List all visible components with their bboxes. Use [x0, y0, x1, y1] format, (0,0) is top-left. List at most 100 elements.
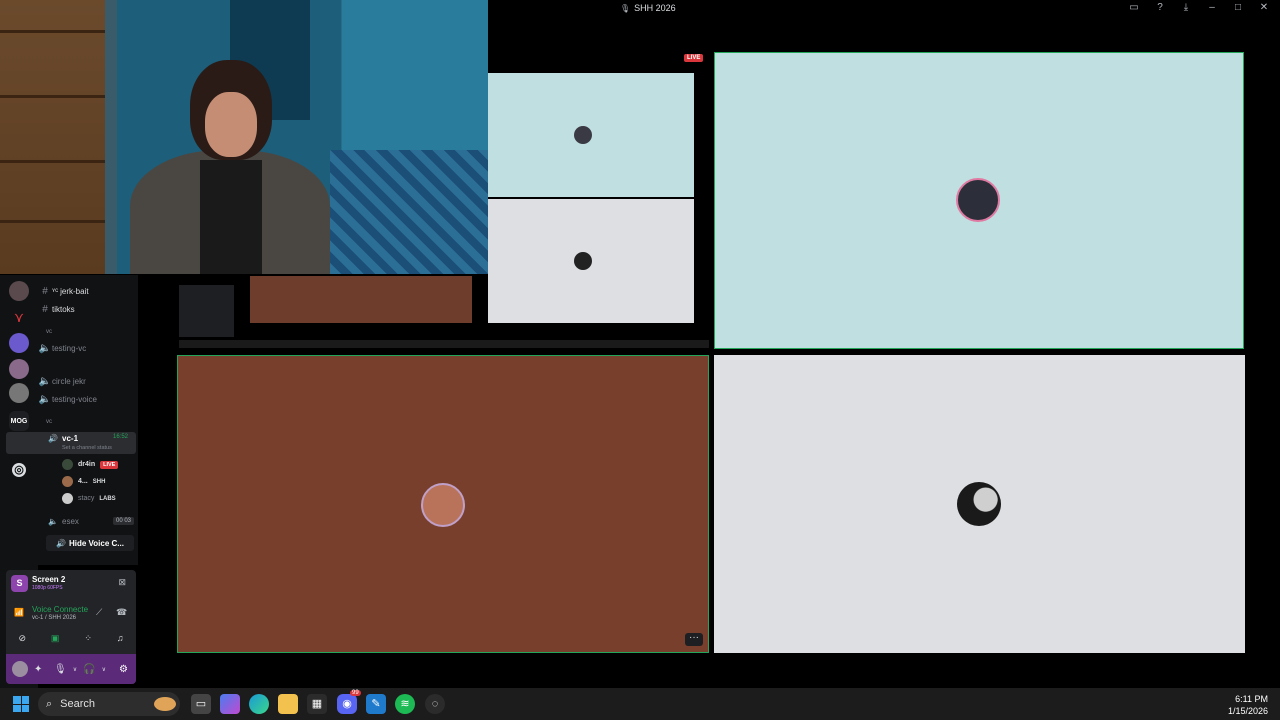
- microphone-icon: 🎙: [620, 3, 631, 13]
- inbox-icon[interactable]: ▭: [1128, 2, 1140, 13]
- channel-item[interactable]: # tiktoks: [38, 302, 138, 316]
- obs-icon[interactable]: ◌: [425, 694, 445, 714]
- clock-date: 1/15/2026: [1227, 706, 1268, 716]
- server-icon[interactable]: ⋎: [9, 307, 29, 327]
- voice-channel-item[interactable]: 🔈 testing-vc: [38, 341, 138, 355]
- voice-member[interactable]: dr4in LIVE: [62, 458, 119, 471]
- channel-name: esex: [62, 516, 79, 526]
- camera-off-icon[interactable]: ⊘: [18, 633, 26, 644]
- screen-share-icon[interactable]: ▣: [51, 633, 60, 644]
- video-tile-speaking[interactable]: [714, 52, 1244, 349]
- live-badge: LIVE: [684, 54, 704, 62]
- search-highlight-icon: [154, 697, 176, 711]
- avatar: [62, 476, 73, 487]
- shelf-line: [0, 95, 105, 98]
- screen-share-quality: 1080p 60FPS: [32, 585, 63, 591]
- shelf-line: [0, 160, 105, 163]
- hash-icon: #: [42, 285, 48, 297]
- avatar: [956, 178, 1000, 222]
- video-tile-grey[interactable]: [714, 355, 1245, 653]
- stop-stream-icon[interactable]: ⊠: [118, 577, 126, 588]
- voice-member[interactable]: stacy LABS: [62, 492, 116, 505]
- microphone-icon[interactable]: 🎙: [54, 664, 67, 675]
- category-label[interactable]: vc: [46, 419, 52, 425]
- member-name: 4...: [78, 478, 88, 485]
- voice-action-row: ⊘ ▣ ⁘ ♫: [6, 630, 136, 646]
- soundboard-icon[interactable]: ♫: [117, 633, 124, 643]
- voice-channel-item[interactable]: 🔈 testing-voice: [38, 392, 138, 406]
- server-icon[interactable]: [9, 383, 29, 403]
- file-explorer-icon[interactable]: [278, 694, 298, 714]
- mini-discord-ui: [179, 285, 234, 337]
- mini-tile-brown: [250, 276, 472, 323]
- avatar: [574, 252, 592, 270]
- voice-connected-label[interactable]: Voice Connecte: [32, 605, 88, 614]
- search-label: Search: [60, 698, 96, 710]
- shelf-line: [0, 30, 105, 33]
- mini-taskbar: [179, 340, 709, 348]
- chevron-down-icon[interactable]: ∨: [73, 666, 77, 673]
- download-icon[interactable]: ⤓: [1180, 2, 1192, 13]
- bed: [330, 150, 488, 274]
- server-icon[interactable]: [9, 333, 29, 353]
- close-button[interactable]: ✕: [1258, 2, 1270, 13]
- channel-name: testing-voice: [52, 394, 97, 404]
- channel-name: testing-vc: [52, 343, 87, 353]
- user-bar: ✦ 🎙 ∨ 🎧 ∨ ⚙: [6, 654, 136, 684]
- channel-item[interactable]: # ʏᴄ jerk-bait: [38, 284, 138, 298]
- mini-tile-blue: [488, 73, 694, 197]
- minimize-button[interactable]: –: [1206, 2, 1218, 13]
- store-icon[interactable]: ▦: [307, 694, 327, 714]
- video-tile-brown[interactable]: ···: [177, 355, 709, 653]
- call-timer: 16:52: [113, 434, 129, 440]
- server-icon-mog[interactable]: MOG: [9, 411, 29, 431]
- spotify-icon[interactable]: ≋: [395, 694, 415, 714]
- noise-suppression-icon[interactable]: ⟋: [96, 607, 102, 618]
- help-icon[interactable]: ?: [1154, 2, 1166, 13]
- signal-icon[interactable]: 📶: [14, 608, 24, 617]
- avatar: [62, 459, 73, 470]
- voice-channel-item[interactable]: 🔈 circle jekr: [38, 374, 138, 388]
- voice-channel-item[interactable]: 🔈 esex 00 03: [48, 515, 134, 527]
- discover-icon[interactable]: ◎: [12, 463, 26, 477]
- avatar[interactable]: [12, 661, 28, 677]
- server-icon[interactable]: [9, 281, 29, 301]
- activities-icon[interactable]: ⁘: [84, 633, 92, 644]
- channel-status-prompt[interactable]: Set a channel status: [62, 445, 112, 451]
- hide-voice-channels-button[interactable]: 🔊 Hide Voice C...: [46, 535, 134, 551]
- channel-name: circle jekr: [52, 376, 86, 386]
- edge-icon[interactable]: [249, 694, 269, 714]
- shelf-line: [0, 220, 105, 223]
- avatar: [957, 482, 1001, 526]
- task-view-icon[interactable]: ▭: [191, 694, 211, 714]
- user-count-badge: 00 03: [112, 517, 134, 525]
- voice-active-icon: 🔊: [48, 434, 58, 443]
- server-icon[interactable]: [9, 359, 29, 379]
- snipping-tool-icon[interactable]: ✎: [366, 694, 386, 714]
- search-icon: ⌕: [46, 697, 53, 710]
- speaker-icon: 🔈: [48, 516, 58, 526]
- chevron-down-icon[interactable]: ∨: [102, 666, 106, 673]
- member-name: stacy: [78, 495, 95, 502]
- headphones-icon[interactable]: 🎧: [83, 664, 95, 675]
- screen-share-title: Screen 2: [32, 575, 66, 584]
- more-options-button[interactable]: ···: [685, 633, 703, 646]
- active-channel-name: vc-1: [62, 434, 79, 443]
- speaker-icon: 🔈: [38, 375, 52, 387]
- person-shirt: [200, 160, 262, 274]
- disconnect-icon[interactable]: ☎: [116, 607, 127, 618]
- maximize-button[interactable]: □: [1232, 2, 1244, 13]
- copilot-icon[interactable]: [220, 694, 240, 714]
- speaker-icon: 🔈: [38, 393, 52, 405]
- discord-icon[interactable]: ◉: [337, 694, 357, 714]
- voice-member[interactable]: 4... SHH: [62, 475, 105, 488]
- category-label[interactable]: vc: [46, 329, 52, 335]
- taskbar-search[interactable]: ⌕ Search: [38, 692, 180, 716]
- mini-tile-grey: [488, 199, 694, 323]
- windows-start-icon[interactable]: [13, 696, 29, 712]
- speaker-icon: 🔈: [38, 342, 52, 354]
- notification-badge: 99: [350, 690, 361, 696]
- gear-icon[interactable]: ⚙: [119, 664, 128, 675]
- channel-name: tiktoks: [52, 304, 75, 314]
- system-clock[interactable]: 6:11 PM 1/15/2026: [1228, 693, 1268, 717]
